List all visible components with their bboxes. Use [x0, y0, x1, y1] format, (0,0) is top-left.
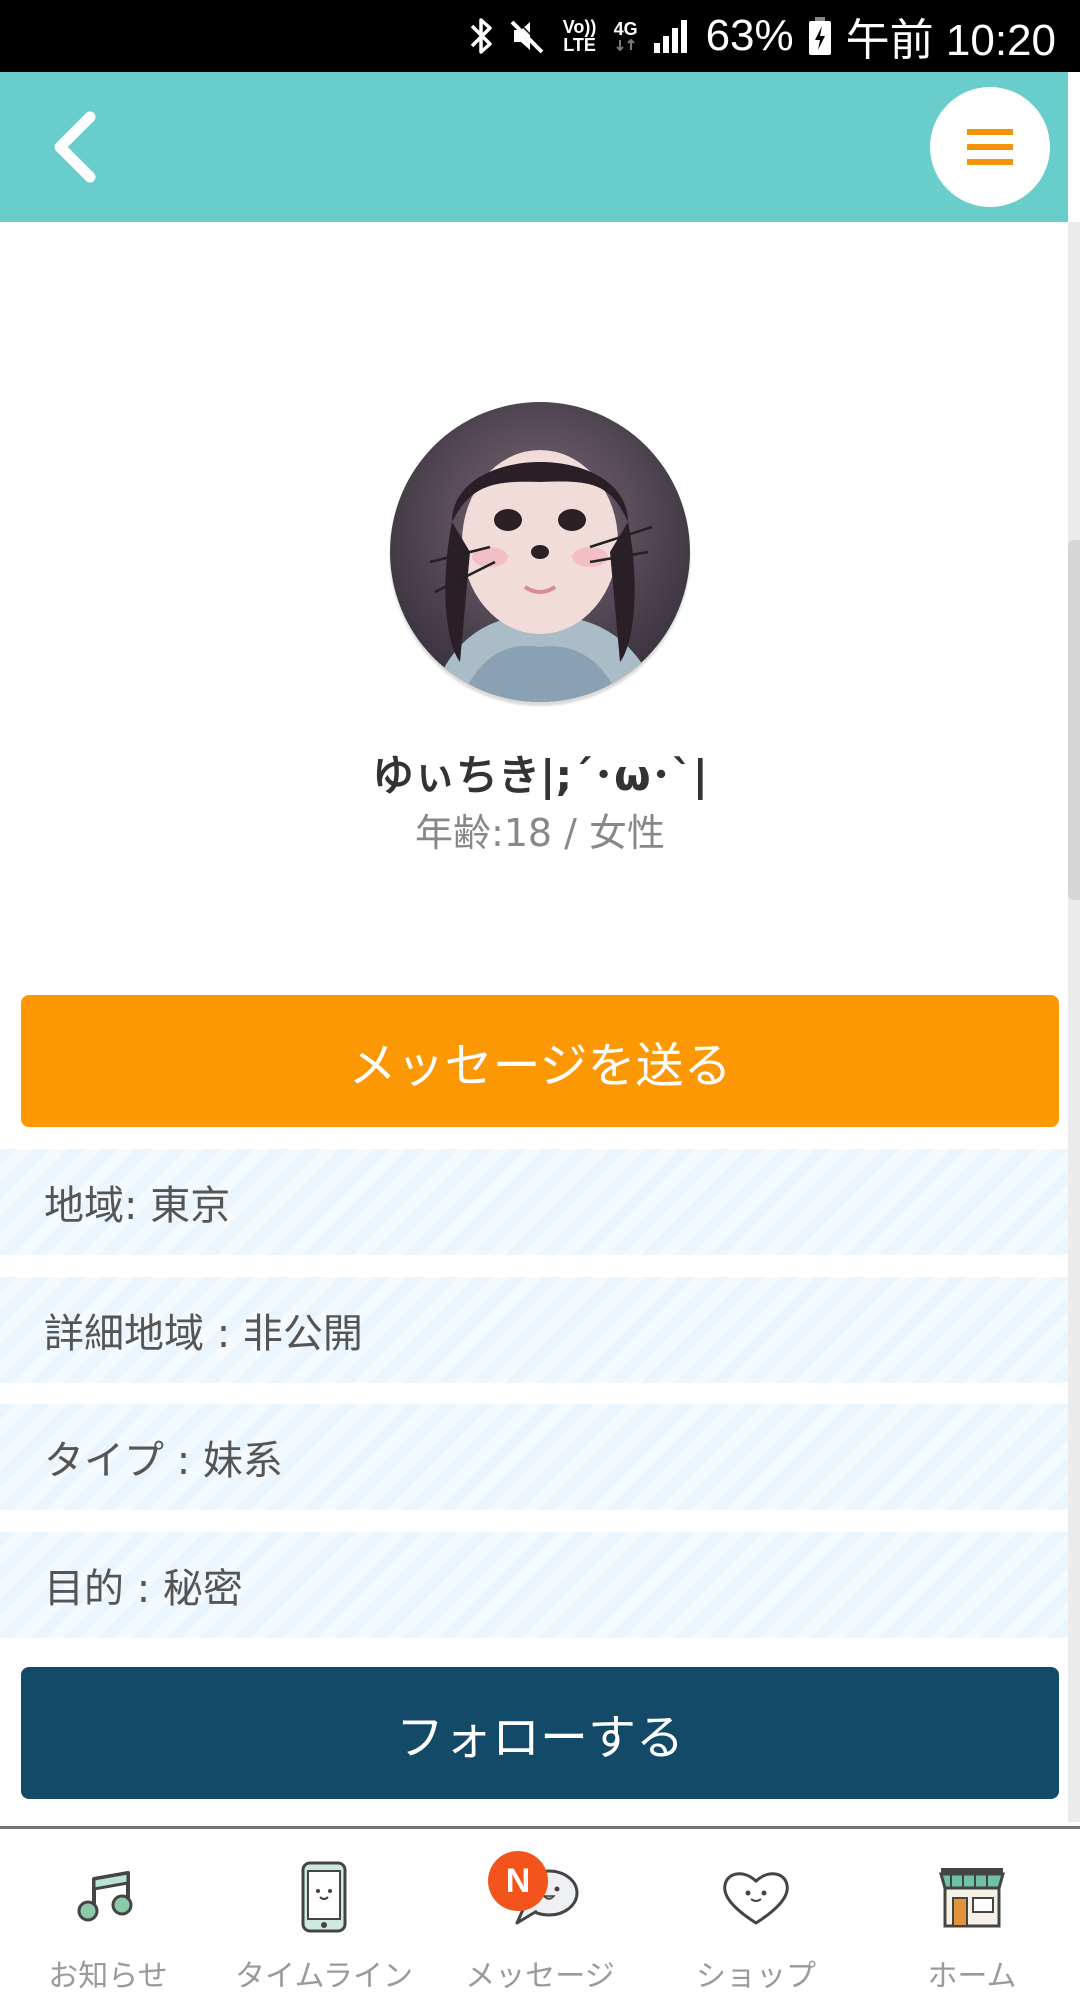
battery-percent: 63%: [705, 11, 794, 60]
battery-charging-icon: [808, 14, 832, 58]
avatar[interactable]: [390, 402, 690, 702]
signal-icon: [652, 14, 692, 58]
mute-icon: [510, 14, 546, 58]
volte-icon: Vo)) LTE: [562, 17, 597, 55]
menu-button[interactable]: [930, 87, 1050, 207]
heart-face-icon: [718, 1859, 794, 1935]
status-bar: Vo)) LTE 4G 63% 午前 10:20: [0, 0, 1080, 72]
clock: 午前 10:20: [845, 16, 1056, 65]
purpose-text: 目的 : 秘密: [44, 1566, 243, 1612]
back-button[interactable]: [40, 107, 110, 187]
nav-label-home: ホーム: [927, 1959, 1017, 1994]
nav-item-home[interactable]: ホーム: [864, 1829, 1080, 2010]
nav-label-notifications: お知らせ: [48, 1959, 168, 1994]
send-message-button[interactable]: メッセージを送る: [21, 995, 1059, 1127]
nav-label-messages: メッセージ: [465, 1959, 615, 1994]
new-badge: N: [488, 1851, 548, 1911]
chevron-left-icon: [54, 111, 96, 183]
nav-label-shop: ショップ: [696, 1959, 816, 1994]
info-row-region: 地域: 東京: [0, 1149, 1068, 1255]
nav-label-timeline: タイムライン: [235, 1959, 413, 1994]
profile-name: ゆぃちき|;´･ω･`|: [372, 751, 708, 800]
info-row-purpose: 目的 : 秘密: [0, 1532, 1068, 1638]
info-row-detail-region: 詳細地域 : 非公開: [0, 1277, 1068, 1383]
region-text: 地域: 東京: [44, 1183, 231, 1229]
profile-age-gender: 年齢:18 / 女性: [414, 811, 666, 855]
info-row-type: タイプ : 妹系: [0, 1404, 1068, 1510]
nav-item-messages[interactable]: N メッセージ: [432, 1829, 648, 2010]
phone-face-icon: [286, 1859, 362, 1935]
bottom-navigation: お知らせ タイムライン N メッセージ ショップ ホーム: [0, 1826, 1080, 2010]
follow-button[interactable]: フォローする: [21, 1667, 1059, 1799]
app-header: [0, 72, 1068, 222]
hamburger-menu-icon: [967, 129, 1013, 165]
scroll-track: [1068, 222, 1080, 1822]
nav-item-timeline[interactable]: タイムライン: [216, 1829, 432, 2010]
type-text: タイプ : 妹系: [44, 1438, 283, 1484]
detail-region-text: 詳細地域 : 非公開: [44, 1311, 363, 1357]
network-4g-icon: 4G: [614, 14, 638, 58]
bluetooth-icon: [468, 14, 496, 58]
music-note-icon: [70, 1859, 146, 1935]
nav-item-shop[interactable]: ショップ: [648, 1829, 864, 2010]
nav-item-notifications[interactable]: お知らせ: [0, 1829, 216, 2010]
shop-house-icon: [934, 1859, 1010, 1935]
